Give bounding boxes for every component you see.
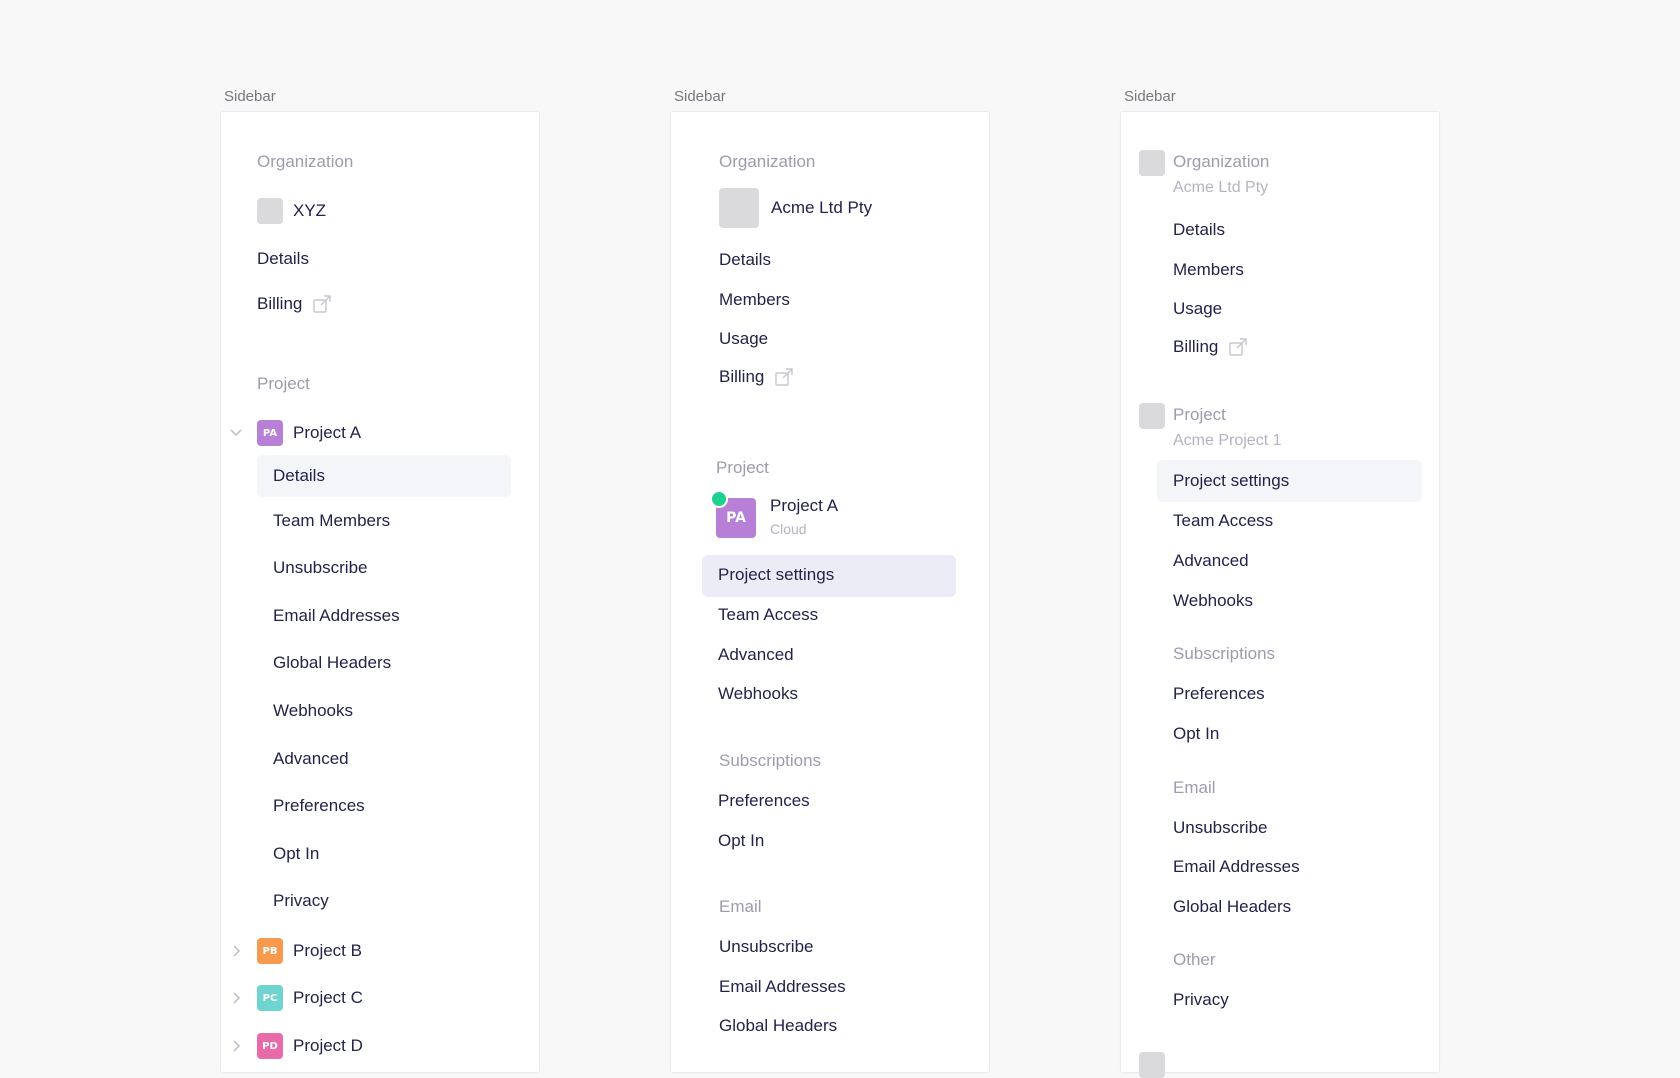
project-logo [1139, 403, 1165, 429]
nav-item-opt-in[interactable]: Opt In [718, 831, 764, 851]
org-logo [719, 188, 759, 228]
nav-item-label: Billing [257, 294, 303, 313]
nav-item-email-addresses[interactable]: Email Addresses [719, 977, 846, 997]
org-switcher[interactable]: Acme Ltd Pty [719, 188, 872, 228]
external-link-icon [1228, 337, 1248, 357]
nav-item-label: Billing [719, 367, 765, 386]
org-name: Acme Ltd Pty [771, 198, 873, 217]
status-dot [710, 490, 728, 508]
section-title-organization: Organization [719, 152, 816, 171]
nav-item-team-access[interactable]: Team Access [1173, 511, 1273, 531]
chevron-right-icon[interactable] [229, 991, 257, 1005]
project-name: Project A [293, 423, 362, 442]
nav-item-email-addresses[interactable]: Email Addresses [273, 606, 400, 626]
nav-item-preferences[interactable]: Preferences [273, 796, 365, 816]
nav-item-global-headers[interactable]: Global Headers [719, 1016, 837, 1036]
project-badge: PC [257, 985, 283, 1011]
nav-item-members[interactable]: Members [1173, 260, 1244, 280]
nav-item-details[interactable]: Details [1173, 220, 1225, 240]
nav-item-project-settings[interactable]: Project settings [1173, 471, 1289, 491]
nav-item-advanced[interactable]: Advanced [273, 749, 349, 769]
section-title-project: Project [716, 458, 769, 477]
project-name: Acme Project 1 [1173, 432, 1282, 449]
project-badge: PB [257, 938, 283, 964]
project-row-a[interactable]: PA Project A [229, 420, 361, 446]
nav-item-usage[interactable]: Usage [719, 329, 768, 349]
nav-item-opt-in[interactable]: Opt In [273, 844, 319, 864]
nav-item-advanced[interactable]: Advanced [1173, 551, 1249, 571]
nav-item-label: Billing [1173, 337, 1219, 356]
nav-item-unsubscribe[interactable]: Unsubscribe [719, 937, 814, 957]
org-logo [257, 198, 283, 224]
sidebar-variant-1: Organization XYZ Details Billing Project… [221, 112, 539, 1072]
nav-item-usage[interactable]: Usage [1173, 299, 1222, 319]
nav-item-details[interactable]: Details [273, 466, 325, 486]
project-row-b[interactable]: PB Project B [229, 938, 362, 964]
nav-item-opt-in[interactable]: Opt In [1173, 724, 1219, 744]
nav-item-details[interactable]: Details [257, 249, 309, 269]
section-title-email: Email [1173, 778, 1216, 797]
nav-item-project-settings[interactable]: Project settings [718, 565, 834, 585]
frame-label: Sidebar [224, 88, 276, 105]
next-section-logo [1139, 1052, 1165, 1078]
org-name: XYZ [293, 201, 327, 220]
nav-item-billing[interactable]: Billing [1173, 337, 1248, 357]
nav-item-global-headers[interactable]: Global Headers [1173, 897, 1291, 917]
nav-item-team-members[interactable]: Team Members [273, 511, 390, 531]
frame-label: Sidebar [1124, 88, 1176, 105]
project-name: Project A [770, 496, 839, 515]
chevron-right-icon[interactable] [229, 1039, 257, 1053]
project-badge: PA [257, 420, 283, 446]
sidebar-variant-2: Organization Acme Ltd Pty Details Member… [671, 112, 989, 1072]
external-link-icon [774, 367, 794, 387]
nav-item-privacy[interactable]: Privacy [273, 891, 329, 911]
project-switcher[interactable]: PA Project A Cloud [710, 490, 976, 542]
nav-item-webhooks[interactable]: Webhooks [1173, 591, 1253, 611]
nav-item-billing[interactable]: Billing [719, 367, 794, 387]
nav-item-members[interactable]: Members [719, 290, 790, 310]
org-switcher[interactable]: Organization Acme Ltd Pty [1139, 150, 1439, 200]
nav-item-advanced[interactable]: Advanced [718, 645, 794, 665]
section-title-other: Other [1173, 950, 1216, 969]
nav-item-unsubscribe[interactable]: Unsubscribe [1173, 818, 1268, 838]
nav-item-team-access[interactable]: Team Access [718, 605, 818, 625]
nav-item-webhooks[interactable]: Webhooks [718, 684, 798, 704]
section-title-subscriptions: Subscriptions [1173, 644, 1276, 663]
project-name: Project D [293, 1036, 363, 1055]
org-switcher[interactable]: XYZ [257, 198, 326, 224]
nav-item-webhooks[interactable]: Webhooks [273, 701, 353, 721]
section-title-organization: Organization [1173, 152, 1270, 171]
external-link-icon [312, 294, 332, 314]
nav-item-billing[interactable]: Billing [257, 294, 332, 314]
nav-item-email-addresses[interactable]: Email Addresses [1173, 857, 1300, 877]
org-name: Acme Ltd Pty [1173, 179, 1269, 196]
chevron-right-icon[interactable] [229, 944, 257, 958]
section-title-organization: Organization [257, 152, 354, 171]
project-row-c[interactable]: PC Project C [229, 985, 363, 1011]
org-logo [1139, 150, 1165, 176]
project-badge: PD [257, 1033, 283, 1059]
section-title-project: Project [1173, 405, 1226, 424]
project-row-d[interactable]: PD Project D [229, 1033, 363, 1059]
project-environment: Cloud [770, 521, 807, 537]
project-switcher[interactable]: Project Acme Project 1 [1139, 403, 1439, 453]
sidebar-variant-3: Organization Acme Ltd Pty Details Member… [1121, 112, 1439, 1078]
section-title-subscriptions: Subscriptions [719, 751, 822, 770]
frame-label: Sidebar [674, 88, 726, 105]
project-name: Project C [293, 988, 363, 1007]
nav-item-unsubscribe[interactable]: Unsubscribe [273, 558, 368, 578]
project-name: Project B [293, 941, 362, 960]
nav-item-global-headers[interactable]: Global Headers [273, 653, 391, 673]
nav-item-details[interactable]: Details [719, 250, 771, 270]
nav-item-preferences[interactable]: Preferences [1173, 684, 1265, 704]
section-title-email: Email [719, 897, 762, 916]
nav-item-preferences[interactable]: Preferences [718, 791, 810, 811]
section-title-project: Project [257, 374, 310, 393]
chevron-down-icon[interactable] [229, 426, 257, 440]
nav-item-privacy[interactable]: Privacy [1173, 990, 1229, 1010]
